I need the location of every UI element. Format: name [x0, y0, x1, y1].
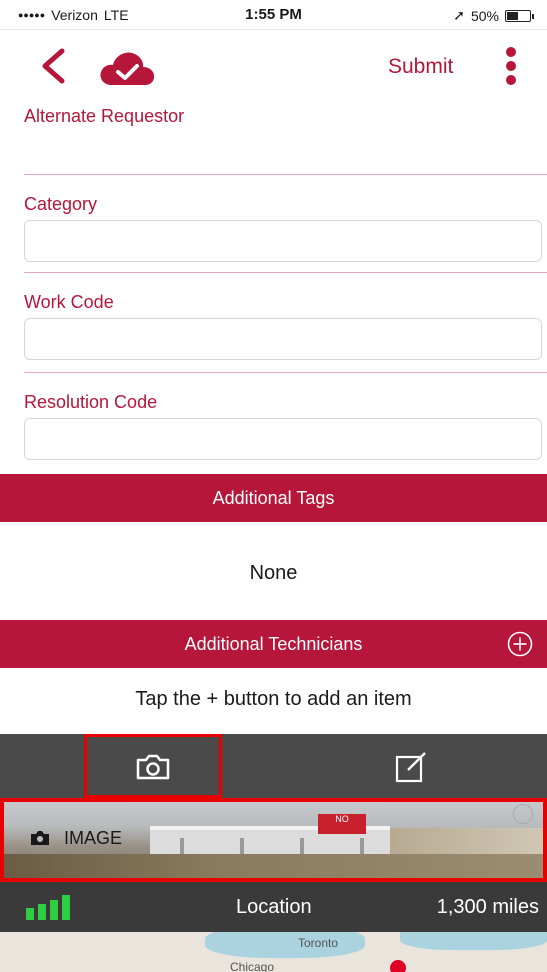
- map-water: [205, 932, 365, 958]
- camera-icon: [136, 754, 170, 780]
- signal-strength-icon: [26, 895, 70, 920]
- divider: [24, 272, 547, 273]
- battery-icon: [505, 9, 534, 22]
- battery-percent: 50%: [470, 7, 499, 24]
- camera-button[interactable]: [84, 734, 222, 798]
- category-input[interactable]: [24, 220, 542, 262]
- map-water: [400, 932, 547, 950]
- resolution-code-input[interactable]: [24, 418, 542, 460]
- map-city-label: Toronto: [298, 936, 339, 950]
- location-label: Location: [236, 896, 312, 918]
- additional-tags-value: None: [249, 562, 298, 584]
- map-preview[interactable]: Toronto Chicago: [0, 932, 547, 972]
- add-technician-icon[interactable]: [507, 631, 533, 657]
- chevron-left-icon[interactable]: [38, 48, 68, 84]
- work-code-input[interactable]: [24, 318, 542, 360]
- category-label: Category: [24, 194, 98, 214]
- alternate-requestor-label: Alternate Requestor: [24, 106, 185, 126]
- additional-technicians-title: Additional Technicians: [184, 634, 363, 654]
- additional-tags-header: Additional Tags: [0, 474, 547, 522]
- location-distance: 1,300 miles: [436, 896, 539, 918]
- work-code-label: Work Code: [24, 292, 114, 312]
- additional-tags-title: Additional Tags: [212, 488, 335, 508]
- additional-technicians-header: Additional Technicians: [0, 620, 547, 668]
- battery-info: ➚ 50%: [453, 7, 534, 24]
- more-menu-icon[interactable]: [500, 46, 522, 86]
- submit-button[interactable]: Submit: [388, 55, 453, 79]
- attachment-toolbar: [0, 734, 547, 798]
- status-bar: ●●●●● Verizon LTE 1:55 PM ➚ 50%: [0, 0, 547, 30]
- resolution-code-label: Resolution Code: [24, 392, 158, 412]
- map-pin-icon: [390, 960, 406, 972]
- additional-technicians-empty-text: Tap the + button to add an item: [135, 688, 412, 710]
- cloud-check-icon[interactable]: [98, 50, 156, 86]
- highlight-frame: [0, 798, 547, 882]
- location-bar[interactable]: Location 1,300 miles: [0, 882, 547, 932]
- edit-icon[interactable]: [394, 750, 428, 784]
- nav-bar: Submit: [0, 30, 547, 102]
- divider: [24, 372, 547, 373]
- map-city-label: Chicago: [230, 960, 275, 972]
- location-arrow-icon: ➚: [453, 7, 465, 23]
- divider: [24, 174, 547, 175]
